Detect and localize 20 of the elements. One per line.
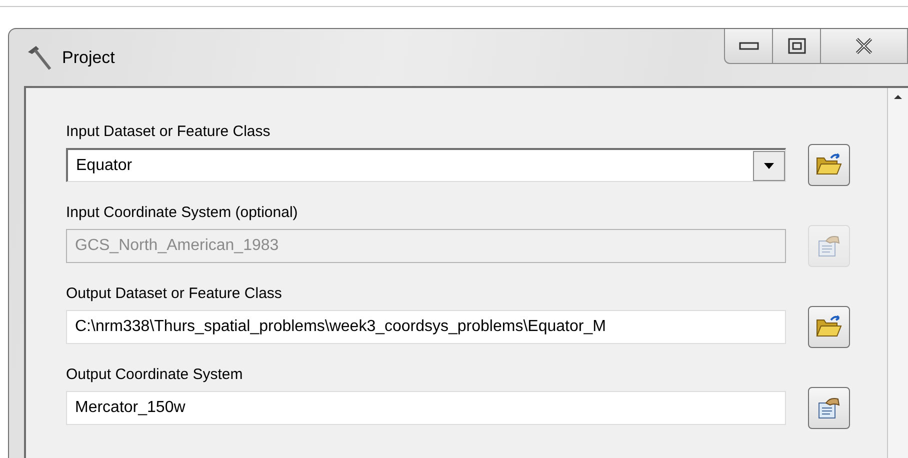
input-field[interactable]: Mercator_150w	[66, 391, 786, 425]
window-title: Project	[62, 48, 115, 68]
dropdown-button[interactable]	[753, 150, 785, 180]
browse-button[interactable]	[808, 306, 850, 348]
minimize-icon	[738, 41, 758, 51]
input-field[interactable]: C:\nrm338\Thurs_spatial_problems\week3_coordsys_problems\Equator_M	[66, 310, 786, 344]
properties-button[interactable]	[808, 387, 850, 429]
field-label: Input Dataset or Feature Class	[66, 123, 272, 140]
properties-icon	[816, 395, 842, 421]
close-icon	[854, 37, 874, 55]
properties-icon	[816, 233, 842, 259]
field-label: Output Coordinate System	[66, 366, 244, 383]
browse-button[interactable]	[808, 144, 850, 186]
scrollbar[interactable]	[887, 88, 908, 458]
field-label: Input Coordinate System (optional)	[66, 204, 299, 221]
maximize-icon	[788, 38, 806, 54]
scroll-up-icon	[893, 94, 903, 100]
caret-icon	[763, 162, 775, 170]
dropdown-field[interactable]: Equator	[66, 148, 786, 182]
field-label: Output Dataset or Feature Class	[66, 285, 283, 302]
